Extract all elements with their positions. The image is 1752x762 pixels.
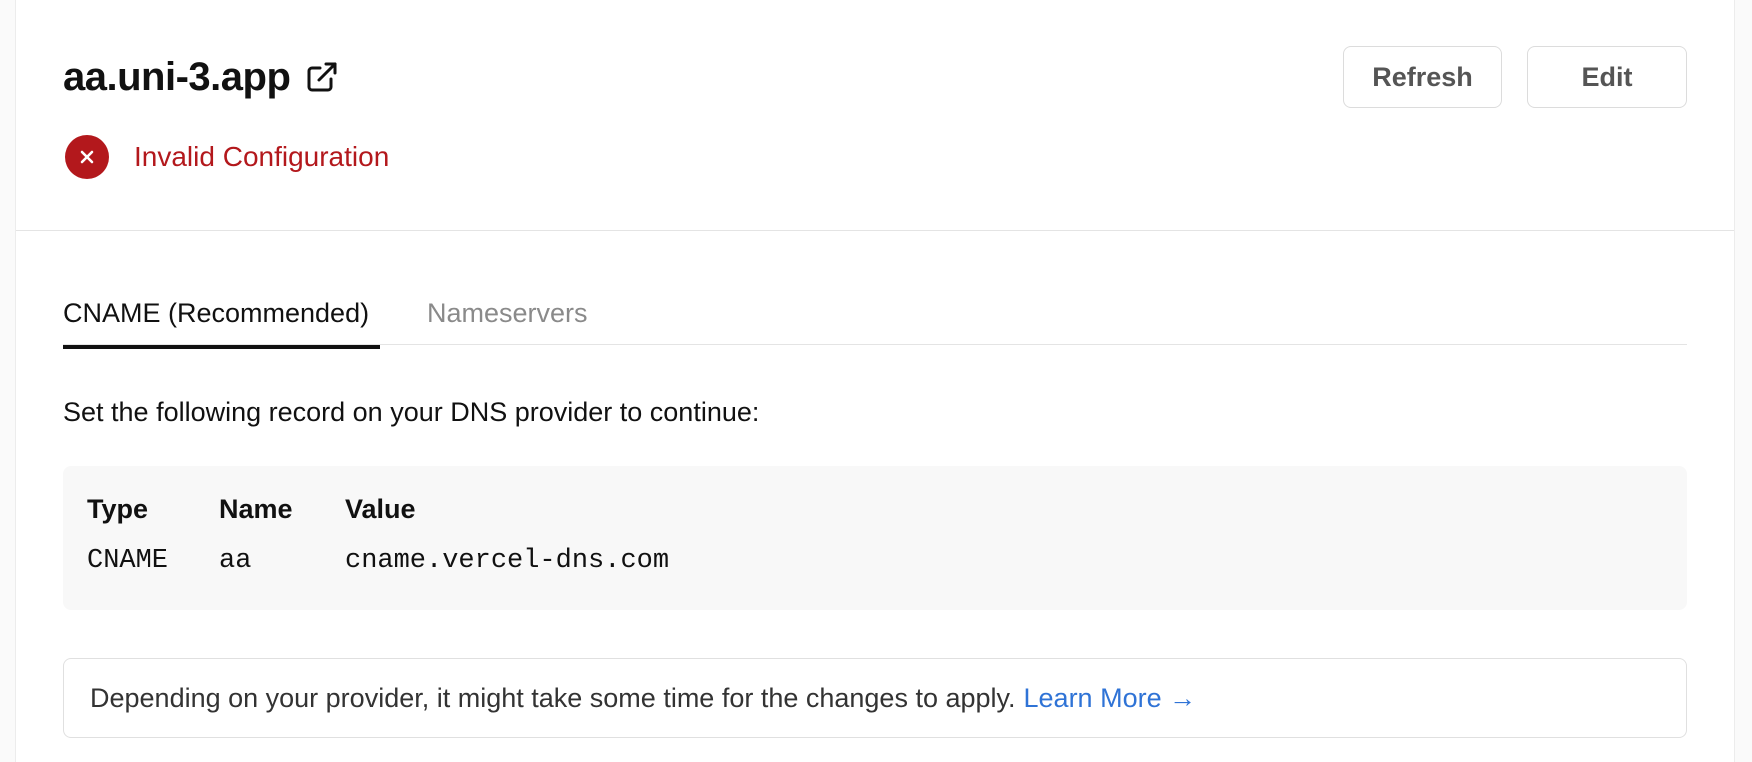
name-value: aa [219, 546, 252, 576]
dns-record-table: Type Name Value CNAME aa cname.vercel-dn… [63, 466, 1687, 610]
card-header: aa.uni-3.app Refresh Edit Invalid Config… [16, 0, 1734, 231]
learn-more-link[interactable]: Learn More → [1024, 683, 1197, 714]
domain-config-card: aa.uni-3.app Refresh Edit Invalid Config… [15, 0, 1735, 762]
note-text: Depending on your provider, it might tak… [90, 682, 1016, 713]
domain-name: aa.uni-3.app [63, 55, 291, 99]
propagation-note: Depending on your provider, it might tak… [63, 658, 1687, 738]
configuration-status: Invalid Configuration [65, 135, 389, 179]
dns-instruction: Set the following record on your DNS pro… [63, 397, 760, 427]
type-value: CNAME [87, 546, 169, 576]
record-value: cname.vercel-dns.com [345, 546, 670, 576]
type-header: Type [87, 494, 149, 524]
domain-title-row: aa.uni-3.app [63, 50, 340, 104]
error-x-icon [65, 135, 109, 179]
tab-nameservers[interactable]: Nameservers [427, 296, 588, 330]
status-text: Invalid Configuration [134, 141, 390, 172]
record-tabs: CNAME (Recommended) Nameservers [63, 285, 1687, 349]
external-link-icon[interactable] [304, 59, 340, 95]
refresh-button[interactable]: Refresh [1343, 46, 1502, 108]
tab-cname[interactable]: CNAME (Recommended) [63, 296, 380, 349]
edit-button[interactable]: Edit [1527, 46, 1687, 108]
value-header: Value [345, 494, 416, 524]
name-header: Name [219, 494, 293, 524]
